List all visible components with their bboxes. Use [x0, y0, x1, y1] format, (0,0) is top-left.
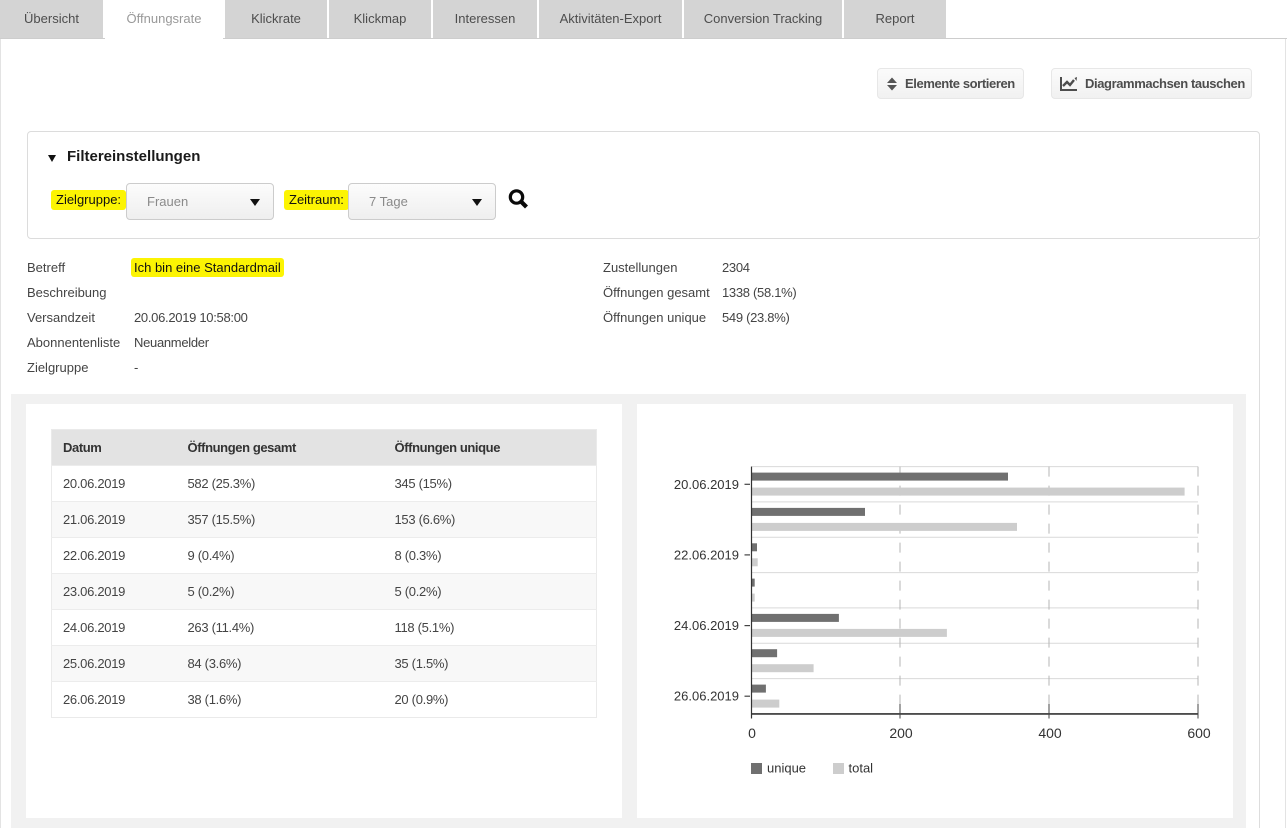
svg-text:0: 0 [748, 725, 756, 741]
svg-text:26.06.2019: 26.06.2019 [674, 689, 739, 704]
svg-text:20.06.2019: 20.06.2019 [674, 477, 739, 492]
svg-text:200: 200 [889, 725, 913, 741]
svg-text:600: 600 [1187, 725, 1211, 741]
svg-text:unique: unique [767, 761, 806, 776]
svg-text:total: total [849, 761, 874, 776]
svg-text:400: 400 [1038, 725, 1062, 741]
svg-text:22.06.2019: 22.06.2019 [674, 547, 739, 562]
svg-text:24.06.2019: 24.06.2019 [674, 618, 739, 633]
